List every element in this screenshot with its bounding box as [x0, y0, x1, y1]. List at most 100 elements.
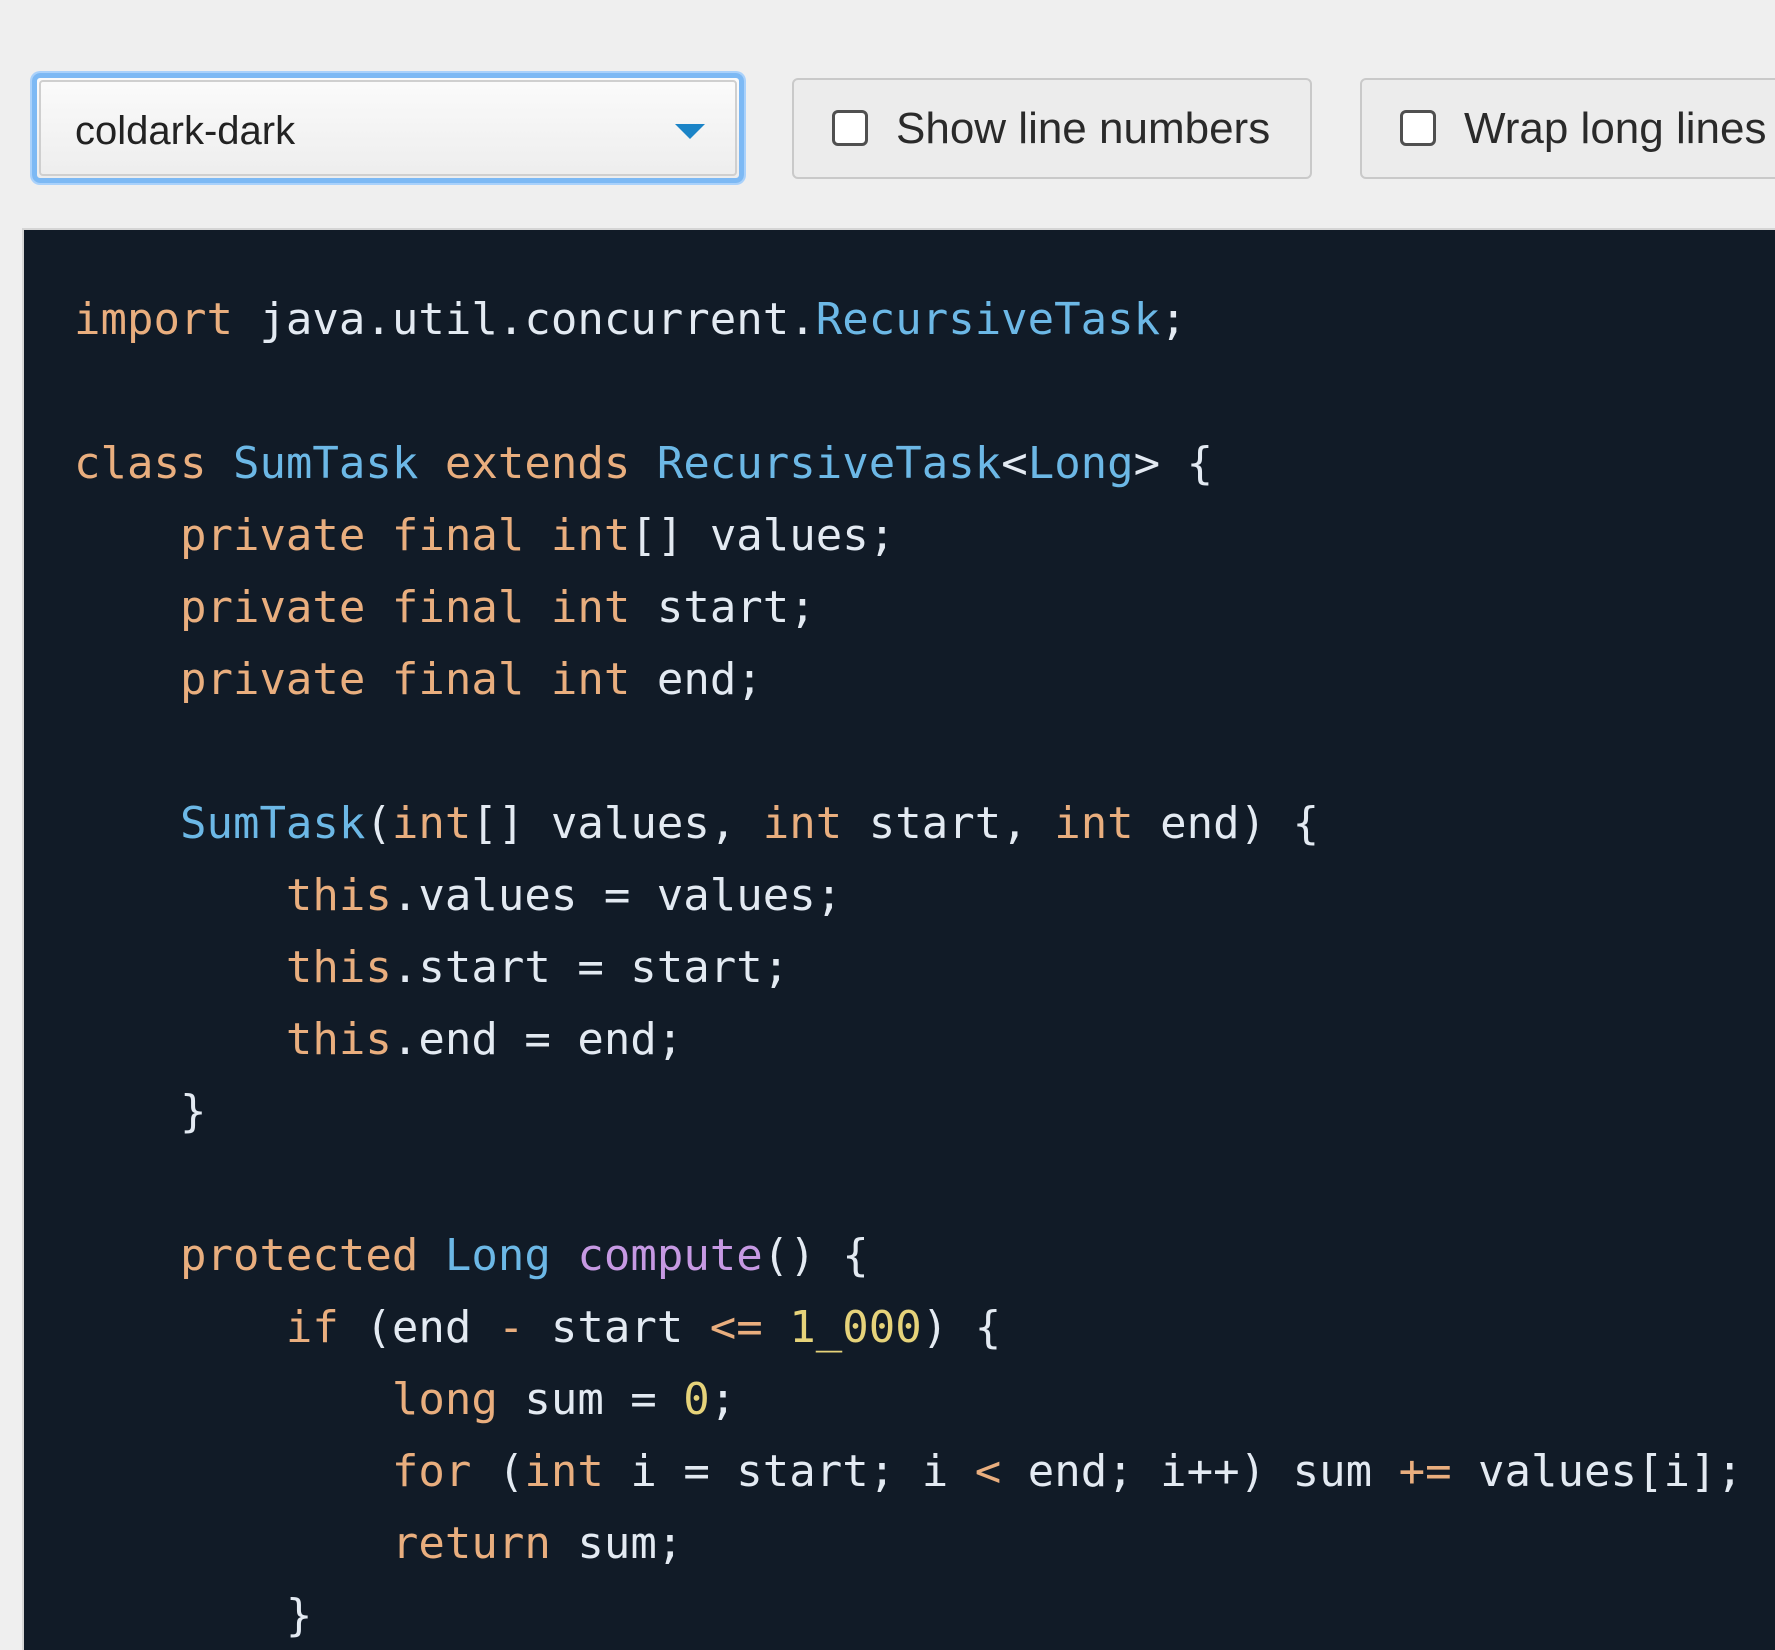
code-text: start; — [630, 582, 816, 633]
chevron-down-icon — [675, 124, 705, 139]
code-keyword: this — [285, 942, 392, 993]
code-class-name: RecursiveTask — [656, 438, 1002, 489]
code-keyword: if — [285, 1302, 339, 1353]
code-text: .values = values; — [391, 870, 843, 921]
code-keyword: int — [550, 654, 631, 705]
show-line-numbers-label: Show line numbers — [896, 104, 1271, 153]
code-keyword: protected — [179, 1230, 419, 1281]
code-line: SumTask(int[] values, int start, int end… — [74, 788, 1743, 860]
code-line: protected Long compute() { — [74, 1220, 1743, 1292]
code-text: sum = — [497, 1374, 684, 1425]
code-operator: += — [1398, 1446, 1452, 1497]
code-text: ) { — [921, 1302, 1002, 1353]
code-line: for (int i = start; i < end; i++) sum +=… — [74, 1436, 1743, 1508]
theme-select[interactable]: coldark-dark — [32, 73, 744, 183]
toolbar: coldark-dark Show line numbers Wrap long… — [0, 0, 1775, 228]
wrap-long-lines-label: Wrap long lines — [1464, 104, 1767, 153]
code-keyword: private — [179, 510, 366, 561]
code-text: ( — [365, 798, 392, 849]
code-keyword: int — [550, 510, 631, 561]
code-number: 1_000 — [789, 1302, 922, 1353]
code-text: [] values; — [630, 510, 896, 561]
code-keyword: long — [391, 1374, 498, 1425]
code-class-name: SumTask — [179, 798, 366, 849]
code-operator: - — [497, 1302, 525, 1353]
code-line: if (end - start <= 1_000) { — [74, 1292, 1743, 1364]
code-line: return sum; — [74, 1508, 1743, 1580]
code-block: import java.util.concurrent.RecursiveTas… — [74, 284, 1743, 1650]
code-keyword: this — [285, 870, 392, 921]
code-text: start — [524, 1302, 710, 1353]
show-line-numbers-checkbox[interactable] — [832, 110, 868, 146]
code-keyword: int — [550, 582, 631, 633]
code-keyword: extends — [444, 438, 631, 489]
code-keyword: final — [391, 654, 525, 705]
code-text: ( — [471, 1446, 525, 1497]
code-text: i = start; i — [603, 1446, 975, 1497]
code-text: end) { — [1133, 798, 1320, 849]
code-line: private final int start; — [74, 572, 1743, 644]
code-preview: import java.util.concurrent.RecursiveTas… — [22, 228, 1775, 1650]
code-line: } — [74, 1076, 1743, 1148]
wrap-long-lines-checkbox[interactable] — [1400, 110, 1436, 146]
code-text: ; — [709, 1374, 737, 1425]
code-text: [] values, — [471, 798, 763, 849]
code-line: this.end = end; — [74, 1004, 1743, 1076]
code-line: class SumTask extends RecursiveTask<Long… — [74, 428, 1743, 500]
code-class-name: SumTask — [232, 438, 419, 489]
code-text: (end — [338, 1302, 498, 1353]
code-operator: < — [974, 1446, 1002, 1497]
code-keyword: import — [74, 294, 233, 345]
code-class-name: Long — [444, 1230, 551, 1281]
code-line: private final int[] values; — [74, 500, 1743, 572]
code-text: .start = start; — [391, 942, 790, 993]
code-operator: <= — [709, 1302, 763, 1353]
code-keyword: int — [1054, 798, 1134, 849]
code-keyword: private — [179, 654, 366, 705]
code-text: () { — [762, 1230, 869, 1281]
code-keyword: final — [391, 582, 525, 633]
code-number: 0 — [683, 1374, 710, 1425]
code-line: import java.util.concurrent.RecursiveTas… — [74, 284, 1743, 356]
code-keyword: final — [391, 510, 525, 561]
code-keyword: private — [179, 582, 366, 633]
code-function-name: compute — [577, 1230, 763, 1281]
code-line: private final int end; — [74, 644, 1743, 716]
code-keyword: int — [391, 798, 472, 849]
code-class-name: RecursiveTask — [815, 294, 1161, 345]
code-text: java.util.concurrent. — [232, 294, 816, 345]
code-text: end; i++) sum — [1001, 1446, 1399, 1497]
code-line: } — [74, 1580, 1743, 1650]
code-keyword: class — [74, 438, 207, 489]
code-text: .end = end; — [391, 1014, 684, 1065]
code-text: > { — [1133, 438, 1214, 489]
show-line-numbers-toggle[interactable]: Show line numbers — [792, 78, 1312, 179]
code-text: < — [1001, 438, 1028, 489]
code-keyword: return — [391, 1518, 551, 1569]
code-line: this.start = start; — [74, 932, 1743, 1004]
code-text: start, — [842, 798, 1055, 849]
code-text: } — [74, 1086, 207, 1137]
code-text: sum; — [550, 1518, 684, 1569]
wrap-long-lines-toggle[interactable]: Wrap long lines — [1360, 78, 1775, 179]
